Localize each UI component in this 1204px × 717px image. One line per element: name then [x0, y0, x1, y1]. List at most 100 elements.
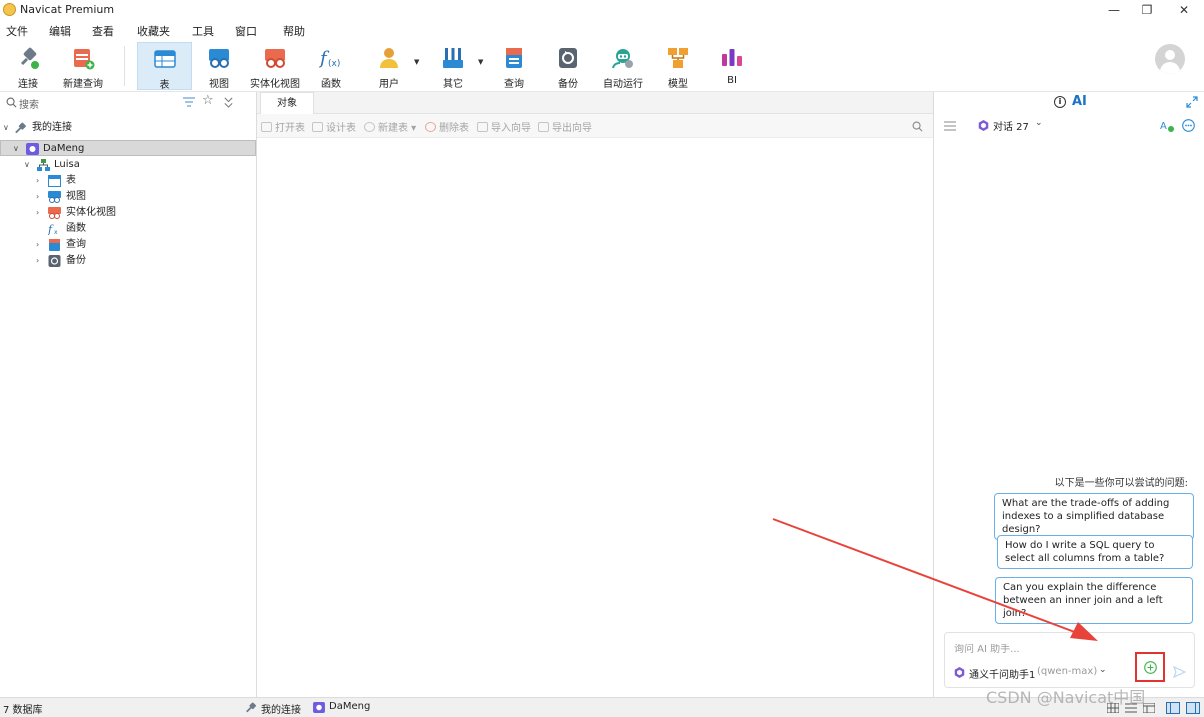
model-dropdown-chevron-icon[interactable]: ⌄ — [1099, 665, 1107, 675]
chat-name[interactable]: 对话 27 — [993, 118, 1029, 133]
export-wizard-button[interactable]: 导出向导 — [538, 119, 592, 134]
more-options-icon[interactable] — [1182, 119, 1195, 132]
tab-objects[interactable]: 对象 — [260, 92, 314, 114]
favorite-star-icon[interactable]: ☆ — [202, 93, 214, 108]
navigator-search-bar: 搜索 ☆ — [0, 92, 256, 114]
user-avatar[interactable] — [1155, 44, 1185, 74]
tree-label: 我的连接 — [32, 122, 72, 133]
status-database: DaMeng — [329, 701, 371, 712]
tree-row-queries[interactable]: › 查询 — [0, 237, 256, 253]
import-wizard-button[interactable]: 导入向导 — [477, 119, 531, 134]
tree-row-views[interactable]: › 视图 — [0, 189, 256, 205]
model-logo-icon — [954, 667, 965, 678]
suggestion-card[interactable]: How do I write a SQL query to select all… — [997, 535, 1193, 569]
open-table-label: 打开表 — [275, 123, 305, 134]
tree-label: Luisa — [54, 159, 80, 170]
svg-text:A: A — [1160, 121, 1167, 132]
toolbar-label: 视图 — [209, 79, 229, 90]
delete-table-button[interactable]: 删除表 — [425, 119, 469, 134]
import-wizard-label: 导入向导 — [491, 123, 531, 134]
toolbar-backup-button[interactable]: 备份 — [546, 42, 590, 90]
collapse-all-icon[interactable] — [223, 97, 234, 108]
menu-edit[interactable]: 编辑 — [49, 23, 71, 39]
right-panel-toggle-icon[interactable] — [1186, 702, 1200, 714]
tree-row-my-connections[interactable]: ∨ 我的连接 — [0, 120, 256, 136]
connection-group-icon — [246, 702, 256, 713]
toolbar-bi-button[interactable]: BI — [710, 42, 754, 90]
backup-icon — [559, 48, 577, 68]
toolbar-new-query-button[interactable]: 新建查询 — [60, 42, 106, 90]
toolbar-other-button[interactable]: 其它 — [430, 42, 476, 90]
toolbar-label: 自动运行 — [603, 79, 643, 90]
toolbar-label: 表 — [159, 80, 170, 91]
dameng-connection-icon — [313, 702, 325, 713]
toolbar-model-button[interactable]: 模型 — [656, 42, 700, 90]
tree-row-tables[interactable]: › 表 — [0, 173, 256, 189]
suggestion-hint: 以下是一些你可以尝试的问题: — [1054, 478, 1188, 489]
send-icon[interactable] — [1173, 666, 1186, 678]
model-name[interactable]: 通义千问助手1 — [969, 666, 1035, 681]
toolbar-connect-button[interactable]: 连接 — [6, 42, 50, 90]
info-icon[interactable]: i — [1054, 96, 1066, 108]
toolbar-label: 备份 — [558, 79, 578, 90]
open-table-button[interactable]: 打开表 — [261, 119, 305, 134]
delete-table-label: 删除表 — [439, 123, 469, 134]
menu-help[interactable]: 帮助 — [283, 23, 305, 39]
left-panel-toggle-icon[interactable] — [1166, 702, 1180, 714]
toolbar-table-button[interactable]: 表 — [137, 42, 192, 91]
search-icon — [6, 97, 17, 108]
ai-input-box: 通义千问助手1 (qwen-max) ⌄ — [944, 632, 1195, 688]
toolbar-view-button[interactable]: 视图 — [197, 42, 241, 90]
tree-label: 表 — [66, 175, 76, 186]
maximize-button[interactable]: ❐ — [1129, 0, 1165, 20]
add-attachment-icon[interactable] — [1144, 661, 1157, 674]
ai-assistant-panel: i AI 对话 27 ⌄ A 以下是一些你可以尝试的问题: What are t… — [933, 92, 1204, 697]
qwen-logo-icon — [978, 120, 989, 131]
status-connection: 我的连接 — [261, 705, 301, 716]
menu-window[interactable]: 窗口 — [235, 23, 257, 39]
new-query-icon — [74, 49, 95, 70]
design-table-button[interactable]: 设计表 — [312, 119, 356, 134]
tree-row-connection-dameng[interactable]: ∨ DaMeng — [0, 140, 256, 156]
menu-file[interactable]: 文件 — [6, 23, 28, 39]
user-dropdown-arrow[interactable]: ▼ — [414, 58, 419, 66]
suggestion-card[interactable]: Can you explain the difference between a… — [995, 577, 1193, 624]
menu-favorites[interactable]: 收藏夹 — [137, 23, 170, 39]
chat-dropdown-chevron-icon[interactable]: ⌄ — [1035, 118, 1043, 128]
ai-panel-header: i AI — [934, 92, 1204, 114]
toolbar-materialized-view-button[interactable]: 实体化视图 — [246, 42, 304, 90]
toolbar-automation-button[interactable]: 自动运行 — [600, 42, 646, 90]
expand-icon[interactable] — [1186, 96, 1198, 108]
tree-row-functions[interactable]: f x 函数 — [0, 221, 256, 237]
tree-label: DaMeng — [43, 143, 85, 154]
toolbar-label: 连接 — [18, 79, 38, 90]
objects-search-icon[interactable] — [912, 121, 923, 132]
navigator-search-input[interactable]: 搜索 — [19, 96, 39, 111]
title-bar: Navicat Premium — ❐ ✕ — [0, 0, 1204, 20]
filter-icon[interactable] — [183, 97, 195, 108]
ask-ai-input[interactable] — [954, 644, 1124, 655]
minimize-button[interactable]: — — [1096, 0, 1132, 20]
svg-text:x: x — [54, 229, 58, 235]
translate-icon[interactable]: A — [1160, 119, 1174, 132]
function-icon: f (x) — [319, 48, 340, 69]
other-dropdown-arrow[interactable]: ▼ — [478, 58, 483, 66]
main-toolbar: 连接 新建查询 表 视图 实体化视图 f (x) 函数 用户 ▼ 其它 ▼ 查询… — [0, 40, 1204, 92]
toolbar-user-button[interactable]: 用户 — [365, 42, 413, 90]
menu-icon[interactable] — [944, 121, 956, 131]
tree-row-schema-luisa[interactable]: ∨ Luisa — [0, 157, 256, 173]
schema-icon — [37, 159, 50, 171]
menu-view[interactable]: 查看 — [92, 23, 114, 39]
toolbar-label: BI — [727, 75, 737, 86]
toolbar-query-button[interactable]: 查询 — [492, 42, 536, 90]
new-table-button[interactable]: 新建表 ▾ — [364, 119, 416, 134]
toolbar-function-button[interactable]: f (x) 函数 — [309, 42, 353, 90]
tree-row-backups[interactable]: › 备份 — [0, 253, 256, 269]
close-button[interactable]: ✕ — [1166, 0, 1202, 20]
menu-tools[interactable]: 工具 — [192, 23, 214, 39]
watermark-text: CSDN @Navicat中国 — [986, 688, 1146, 707]
new-table-label: 新建表 — [378, 123, 408, 134]
tree-row-materialized-views[interactable]: › 实体化视图 — [0, 205, 256, 221]
design-table-label: 设计表 — [326, 123, 356, 134]
suggestion-card[interactable]: What are the trade-offs of adding indexe… — [994, 493, 1194, 540]
